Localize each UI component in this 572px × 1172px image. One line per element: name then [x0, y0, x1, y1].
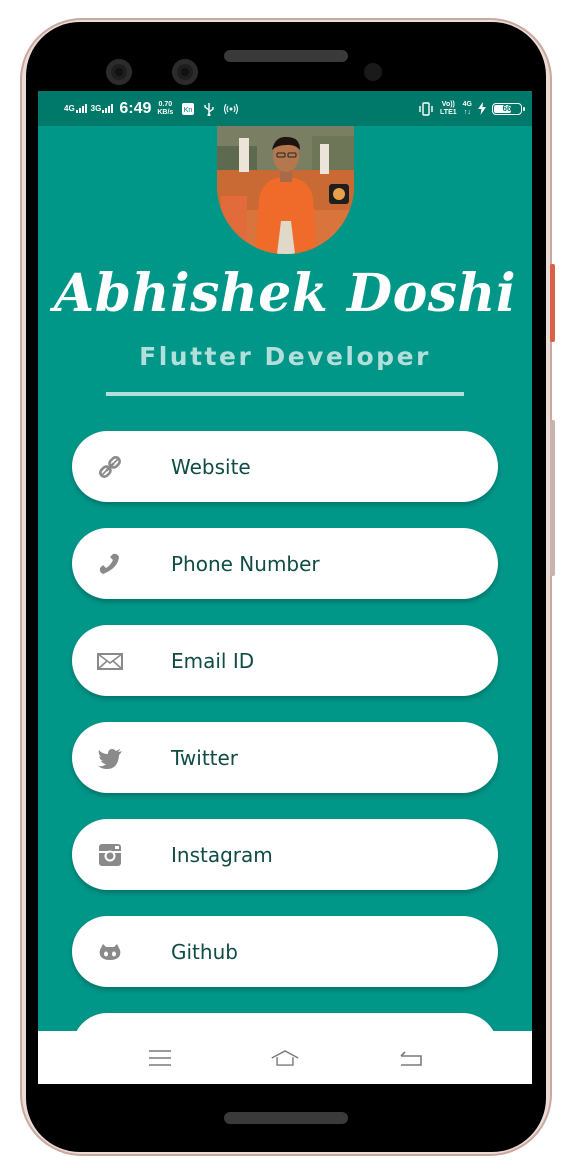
network-type-label-2: 3G: [90, 104, 102, 113]
twitter-icon: [98, 749, 122, 769]
volte-bottom: LTE1: [440, 108, 457, 116]
proximity-sensor: [364, 63, 382, 81]
front-camera-icon: [106, 59, 132, 85]
svg-text:Kn: Kn: [184, 107, 193, 114]
network-speed: 0.70 KB/s: [157, 101, 173, 117]
speed-unit: KB/s: [157, 108, 174, 116]
profile-name: Abhishek Doshi: [53, 263, 517, 324]
email-icon: [97, 653, 123, 670]
status-bar: 4G 3G 6:49 0.70 KB/s Kn Vo)) LTE1 4G↑↓: [38, 91, 532, 126]
github-label: Github: [171, 939, 238, 964]
instagram-label: Instagram: [171, 842, 273, 867]
avatar-photo: [217, 126, 354, 254]
volte-indicator: Vo)) LTE1: [440, 101, 457, 117]
menu-icon[interactable]: [145, 1046, 175, 1070]
status-right: Vo)) LTE1 4G ↑↓ 66: [418, 100, 525, 117]
front-camera-2-icon: [172, 59, 198, 85]
battery-level: 66: [502, 104, 512, 113]
website-card[interactable]: Website: [72, 431, 498, 502]
ka-app-icon: Kn: [182, 102, 195, 115]
usb-icon: [204, 102, 215, 116]
signal-4g: 4G: [64, 104, 87, 113]
divider: [106, 392, 464, 396]
vibrate-icon: [419, 101, 433, 116]
power-button: [550, 420, 555, 576]
avatar: [217, 126, 354, 254]
charging-bolt-icon: [478, 102, 486, 115]
volte-top: Vo)): [441, 100, 455, 108]
email-card[interactable]: Email ID: [72, 625, 498, 696]
phone-icon: [99, 553, 119, 574]
volume-button: [550, 264, 555, 342]
twitter-label: Twitter: [171, 745, 239, 770]
signal-bars-2-icon: [102, 104, 114, 113]
speed-value: 0.70: [158, 100, 173, 108]
screen: 4G 3G 6:49 0.70 KB/s Kn Vo)) LTE1 4G↑↓: [38, 91, 532, 1084]
network-right-label: 4G: [462, 100, 472, 108]
home-icon[interactable]: [270, 1046, 300, 1070]
signal-bars-icon: [75, 104, 87, 113]
github-card[interactable]: Github: [72, 916, 498, 987]
bottom-speaker: [224, 1112, 348, 1124]
earpiece-speaker: [224, 50, 348, 62]
email-label: Email ID: [171, 648, 255, 673]
website-label: Website: [171, 454, 251, 479]
back-icon[interactable]: [395, 1046, 425, 1070]
phone-label: Phone Number: [171, 551, 320, 576]
instagram-card[interactable]: Instagram: [72, 819, 498, 890]
twitter-card[interactable]: Twitter: [72, 722, 498, 793]
network-right: 4G ↑↓: [462, 100, 472, 116]
link-icon: [99, 456, 121, 478]
instagram-icon: [99, 844, 121, 866]
navigation-bar: [38, 1031, 532, 1084]
profile-title: Flutter Developer: [139, 342, 431, 371]
phone-card[interactable]: Phone Number: [72, 528, 498, 599]
signal-3g: 3G: [91, 104, 114, 113]
network-type-label: 4G: [64, 104, 75, 113]
battery-icon: 66: [492, 102, 525, 115]
hotspot-icon: [224, 103, 239, 114]
github-icon: [99, 944, 121, 960]
clock: 6:49: [119, 99, 152, 117]
